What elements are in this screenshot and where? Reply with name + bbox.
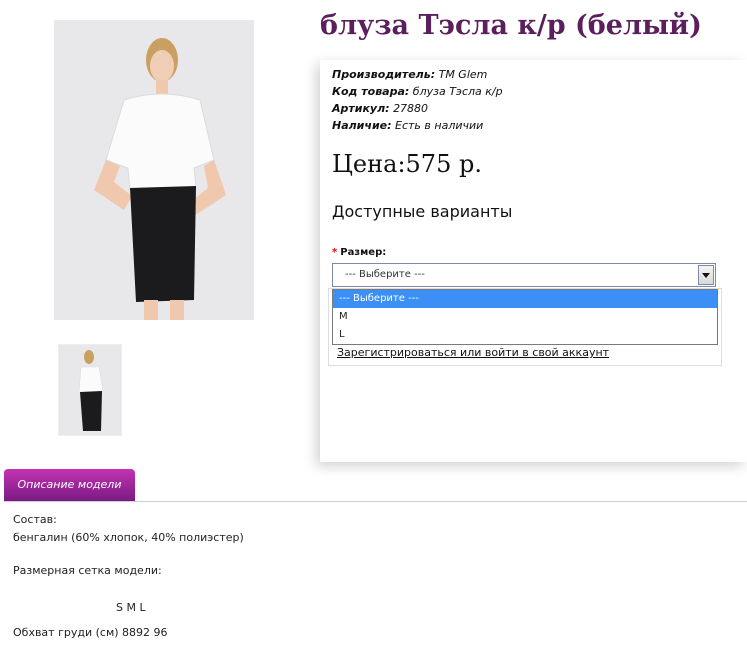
info-product-code: Код товара: блуза Тэсла к/р xyxy=(332,85,503,98)
info-manufacturer: Производитель: TM Glem xyxy=(332,68,488,81)
variants-heading: Доступные варианты xyxy=(332,202,513,221)
size-dropdown-list[interactable]: --- Выберите --- M L xyxy=(332,289,718,345)
size-chart-label: Размерная сетка модели: xyxy=(13,564,162,577)
info-availability: Наличие: Есть в наличии xyxy=(332,119,484,132)
composition-label: Состав: xyxy=(13,513,57,526)
size-option-l[interactable]: L xyxy=(333,326,717,344)
size-select[interactable]: --- Выберите --- xyxy=(332,263,716,287)
product-info: Производитель: TM Glem Код товара: блуза… xyxy=(332,66,503,134)
product-thumbnail[interactable] xyxy=(58,344,122,436)
size-select-value: --- Выберите --- xyxy=(345,269,425,280)
chevron-down-icon[interactable] xyxy=(698,265,714,285)
product-title: блуза Тэсла к/р (белый) xyxy=(320,10,702,41)
chest-measurement-row: Обхват груди (см) 8892 96 xyxy=(13,626,168,639)
model-image xyxy=(54,20,254,320)
size-option-placeholder[interactable]: --- Выберите --- xyxy=(333,290,717,308)
size-chart-header: S M L xyxy=(116,601,146,614)
info-sku: Артикул: 27880 xyxy=(332,102,429,115)
thumbnail-image xyxy=(59,345,121,435)
tab-description[interactable]: Описание модели xyxy=(4,469,135,501)
size-label: * Размер: xyxy=(332,247,387,258)
size-option-m[interactable]: M xyxy=(333,308,717,326)
product-photo[interactable] xyxy=(54,20,254,320)
composition-value: бенгалин (60% хлопок, 40% полиэстер) xyxy=(13,531,244,544)
login-link[interactable]: Зарегистрироваться или войти в свой акка… xyxy=(337,346,609,359)
product-price: Цена:575 р. xyxy=(332,150,482,178)
product-options-panel: Производитель: TM Glem Код товара: блуза… xyxy=(320,60,747,462)
required-mark: * xyxy=(332,247,338,258)
tab-divider xyxy=(4,501,747,502)
